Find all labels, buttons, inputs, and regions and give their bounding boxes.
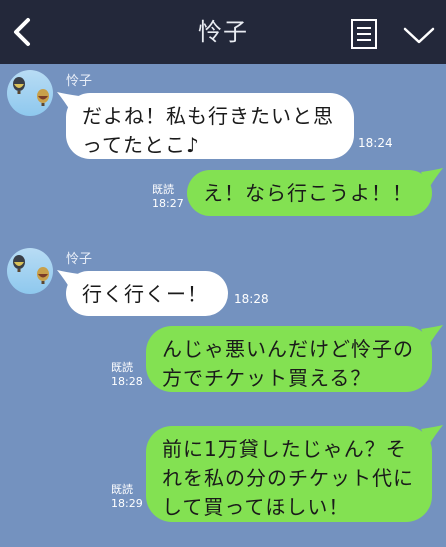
message-bubble[interactable]: え！なら行こうよ！！	[187, 170, 432, 216]
message-line: して買ってほしい！	[162, 495, 350, 519]
avatar[interactable]	[7, 248, 53, 294]
message-meta: 既読 18:29	[111, 483, 143, 511]
sender-name: 怜子	[66, 74, 93, 89]
read-receipt: 既読	[152, 183, 174, 196]
message-bubble[interactable]: だよね！私も行きたいと思 ってたとこ♪	[66, 93, 354, 159]
message-meta: 既読 18:27	[152, 183, 184, 211]
message-line: 行く行くー！	[82, 282, 208, 306]
message-time: 18:27	[152, 197, 184, 210]
message-line: れを私の分のチケット代に	[162, 466, 414, 490]
message-time: 18:28	[111, 375, 143, 388]
message-line: 前に1万貸したじゃん？そ	[162, 437, 407, 461]
message-line: だよね！私も行きたいと思	[82, 104, 334, 128]
message-line: 方でチケット買える？	[162, 366, 372, 390]
hot-air-balloon-icon	[13, 77, 49, 106]
read-receipt: 既読	[111, 361, 133, 374]
message-line: んじゃ悪いんだけど怜子の	[162, 337, 414, 361]
message-line: ってたとこ♪	[82, 133, 200, 157]
hot-air-balloon-icon	[13, 255, 49, 284]
avatar[interactable]	[7, 70, 53, 116]
message-time: 18:24	[358, 136, 393, 150]
message-time: 18:28	[234, 292, 269, 306]
sender-name: 怜子	[66, 252, 93, 267]
read-receipt: 既読	[111, 483, 133, 496]
message-bubble[interactable]: んじゃ悪いんだけど怜子の 方でチケット買える？	[146, 326, 432, 392]
message-bubble[interactable]: 前に1万貸したじゃん？そ れを私の分のチケット代に して買ってほしい！	[146, 426, 432, 522]
chevron-down-icon[interactable]	[402, 22, 436, 48]
notes-icon[interactable]	[350, 18, 380, 50]
message-line: え！なら行こうよ！！	[203, 181, 413, 205]
message-bubble[interactable]: 行く行くー！	[66, 271, 228, 316]
message-meta: 既読 18:28	[111, 361, 143, 389]
message-time: 18:29	[111, 497, 143, 510]
chat-header: 怜子	[0, 0, 446, 64]
